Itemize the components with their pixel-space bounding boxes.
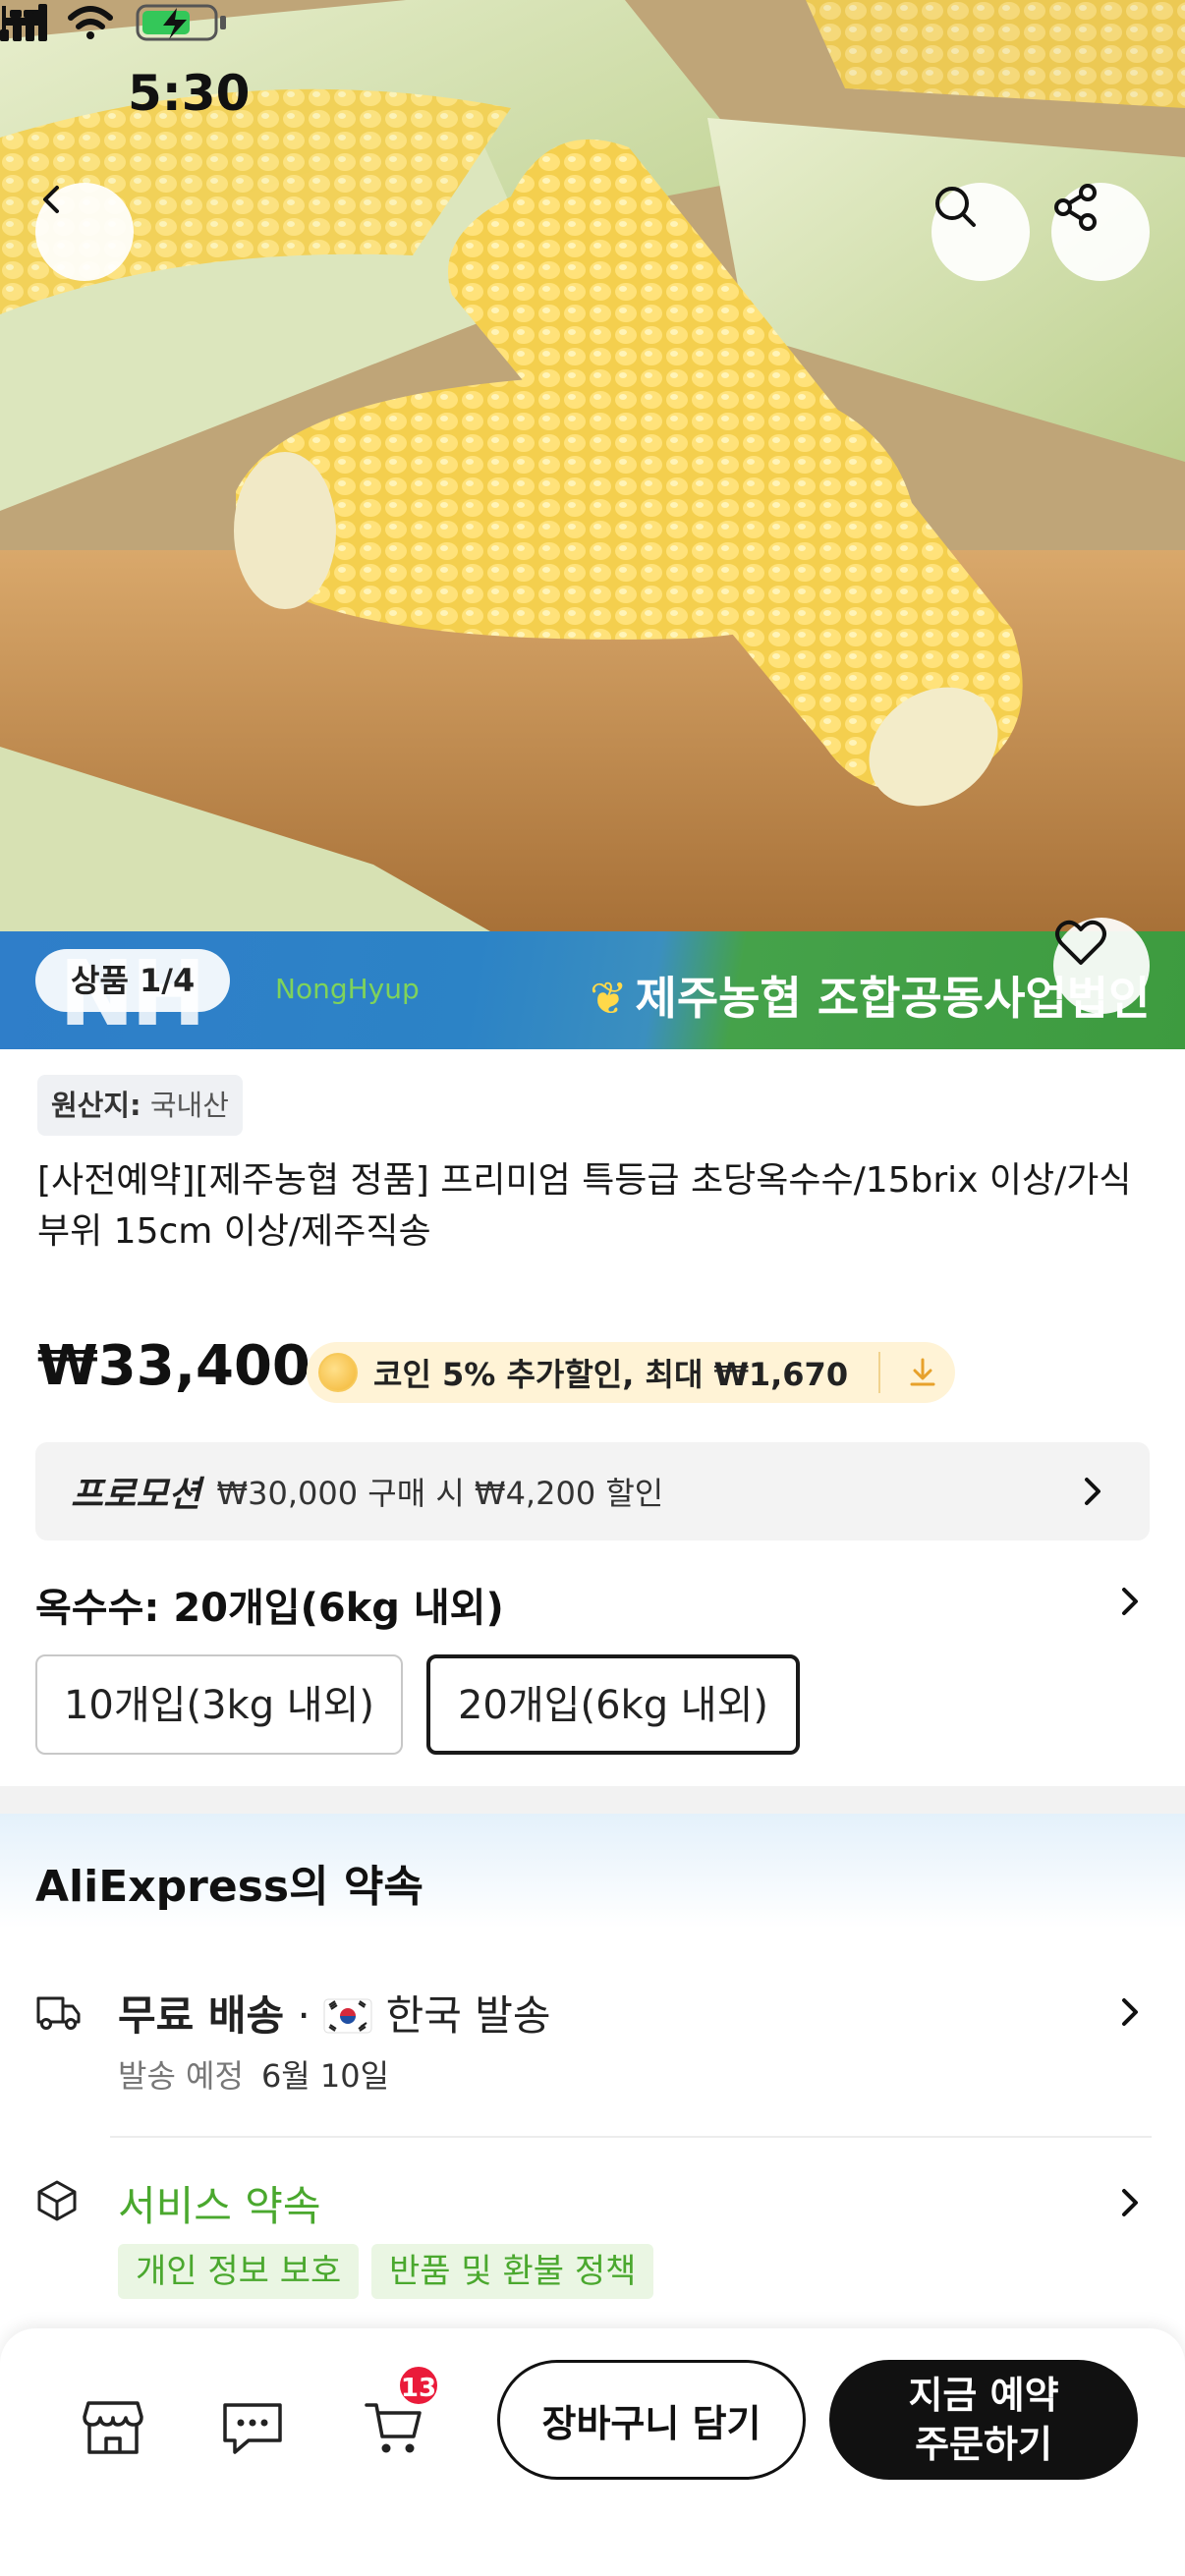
shipping-row[interactable]: 무료 배송 · 한국 발송 [118,1983,551,2043]
promotion-row[interactable]: 프로모션 ₩30,000 구매 시 ₩4,200 할인 [35,1442,1150,1540]
shipping-estimate: 발송 예정 6월 10일 [118,2051,389,2097]
preorder-button[interactable]: 지금 예약 주문하기 [829,2360,1138,2480]
tag-refund-policy: 반품 및 환불 정책 [371,2244,654,2299]
share-button[interactable] [1051,183,1150,281]
shipping-label: 무료 배송 [118,1991,285,2040]
origin-badge: 원산지: 국내산 [37,1075,243,1136]
truck-icon [36,1996,81,2030]
banner-nonghyup-text: NongHyup [275,973,420,1005]
corn-product-photo [0,0,1185,1049]
shipping-date: 6월 10일 [260,2057,390,2095]
chevron-right-icon[interactable] [1120,1996,1140,2028]
back-arrow-icon [43,186,59,213]
coin-icon [318,1353,358,1392]
service-promise-row[interactable]: 서비스 약속 [118,2173,321,2233]
promise-title: AliExpress의 약속 [35,1862,423,1912]
status-indicators [0,4,226,41]
coin-divider [878,1352,880,1393]
bottom-action-bar: 13 장바구니 담기 지금 예약 주문하기 [0,2328,1185,2576]
promotion-text: ₩30,000 구매 시 ₩4,200 할인 [216,1475,664,1512]
status-time: 5:30 [128,65,251,122]
shipping-sub-label: 발송 예정 [118,2057,244,2095]
product-price: ₩33,400 [37,1334,310,1398]
download-icon[interactable] [904,1354,941,1391]
cart-count-badge: 13 [397,2364,440,2407]
tag-privacy: 개인 정보 보호 [118,2244,360,2299]
korea-flag-icon [323,1998,372,2034]
shipping-origin: 한국 발송 [385,1991,551,2040]
store-icon [83,2401,143,2454]
separator-dot: · [297,1991,324,2040]
leaf-icon: ❦ [590,972,628,1025]
coin-discount-pill[interactable]: 코인 5% 추가할인, 최대 ₩1,670 [307,1342,955,1403]
signal-icon [0,4,47,41]
variant-option-10[interactable]: 10개입(3kg 내외) [35,1654,403,1755]
promotion-label: 프로모션 [71,1475,201,1515]
aliexpress-promise-section: AliExpress의 약속 무료 배송 · 한국 발송 발송 예정 6월 10일… [0,1814,1185,2334]
add-to-cart-button[interactable]: 장바구니 담기 [497,2360,806,2480]
wishlist-button[interactable] [1053,918,1150,1014]
coin-discount-text: 코인 5% 추가할인, 최대 ₩1,670 [373,1356,849,1393]
chevron-right-icon[interactable] [1120,2187,1140,2218]
chevron-right-icon[interactable] [1120,1586,1140,1617]
row-divider [110,2136,1152,2138]
origin-value: 국내산 [149,1089,229,1122]
search-icon [935,187,976,227]
chat-button[interactable] [218,2393,287,2462]
preorder-label-line2: 주문하기 [915,2423,1052,2466]
back-button[interactable] [35,183,134,281]
battery-icon [136,4,226,41]
image-pager: 상품 1/4 [35,949,231,1012]
chat-icon [223,2403,282,2454]
variant-title[interactable]: 옥수수: 20개입(6kg 내외) [35,1576,504,1633]
store-button[interactable] [79,2393,147,2462]
variant-option-20-selected[interactable]: 20개입(6kg 내외) [426,1654,800,1755]
chevron-right-icon [1085,1478,1100,1505]
wifi-icon [68,6,113,39]
heart-icon [1055,920,1106,965]
preorder-label-line1: 지금 예약 [908,2374,1059,2417]
share-icon [1054,184,1097,231]
product-title: [사전예약][제주농협 정품] 프리미엄 특등급 초당옥수수/15brix 이상… [37,1160,1132,1252]
box-icon [37,2180,77,2221]
section-divider [0,1786,1185,1814]
origin-label: 원산지: [51,1089,141,1122]
product-image-gallery[interactable]: NH NongHyup ❦제주농협 조합공동사업법인 5:30 [0,0,1185,1049]
search-button[interactable] [931,183,1030,281]
